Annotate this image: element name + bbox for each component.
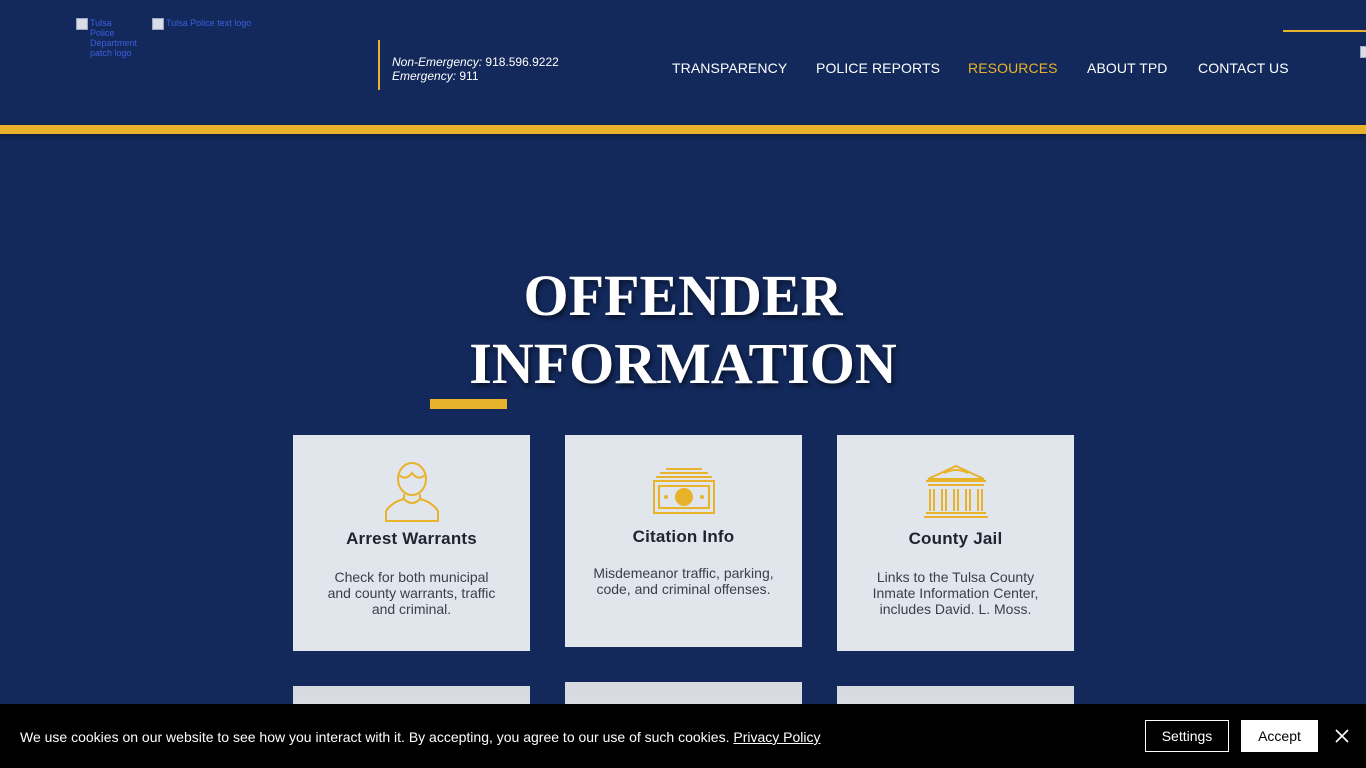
cookie-text: We use cookies on our website to see how… <box>20 729 821 745</box>
card-description: Misdemeanor traffic, parking, code, and … <box>593 565 774 597</box>
emergency-number[interactable]: 911 <box>459 69 478 83</box>
card-description: Links to the Tulsa County Inmate Informa… <box>872 569 1039 617</box>
nav-resources[interactable]: RESOURCES <box>968 60 1058 76</box>
page-title: OFFENDER INFORMATION <box>469 263 897 396</box>
site-header: Tulsa Police Department patch logo Tulsa… <box>0 0 1366 125</box>
tpd-text-logo[interactable]: Tulsa Police text logo <box>152 18 282 30</box>
non-emergency-number[interactable]: 918.596.9222 <box>485 55 558 69</box>
nav-transparency[interactable]: TRANSPARENCY <box>672 60 787 76</box>
card-arrest-warrants[interactable]: Arrest Warrants Check for both municipal… <box>293 435 530 651</box>
privacy-policy-link[interactable]: Privacy Policy <box>733 729 820 745</box>
money-icon <box>652 468 715 514</box>
card-county-jail[interactable]: County Jail Links to the Tulsa County In… <box>837 435 1074 651</box>
close-icon-glyph <box>1335 729 1349 743</box>
nav-accent-line <box>1283 30 1366 32</box>
cookie-banner: We use cookies on our website to see how… <box>0 704 1366 768</box>
broken-image-icon <box>152 18 164 30</box>
card-title: County Jail <box>908 529 1003 548</box>
phone-numbers: Non-Emergency: 918.596.9222 Emergency: 9… <box>392 55 559 83</box>
tpd-patch-logo[interactable]: Tulsa Police Department patch logo <box>76 18 137 58</box>
card-description: Check for both municipal and county warr… <box>327 569 496 617</box>
cookie-accept-button[interactable]: Accept <box>1241 720 1318 752</box>
header-right-image[interactable] <box>1360 46 1366 58</box>
card-title: Citation Info <box>632 527 735 546</box>
title-underline <box>430 399 507 409</box>
person-icon <box>384 462 439 522</box>
nav-police-reports[interactable]: POLICE REPORTS <box>816 60 940 76</box>
nav-contact-us[interactable]: CONTACT US <box>1198 60 1289 76</box>
header-divider <box>378 40 380 90</box>
courthouse-icon <box>923 464 988 518</box>
card-title: Arrest Warrants <box>346 529 477 548</box>
broken-image-icon <box>1360 46 1366 58</box>
nav-about-tpd[interactable]: ABOUT TPD <box>1087 60 1168 76</box>
cookie-settings-button[interactable]: Settings <box>1145 720 1229 752</box>
close-icon[interactable] <box>1332 726 1352 746</box>
header-gold-bar <box>0 125 1366 134</box>
broken-image-icon <box>76 18 88 30</box>
card-citation-info[interactable]: Citation Info Misdemeanor traffic, parki… <box>565 435 802 647</box>
